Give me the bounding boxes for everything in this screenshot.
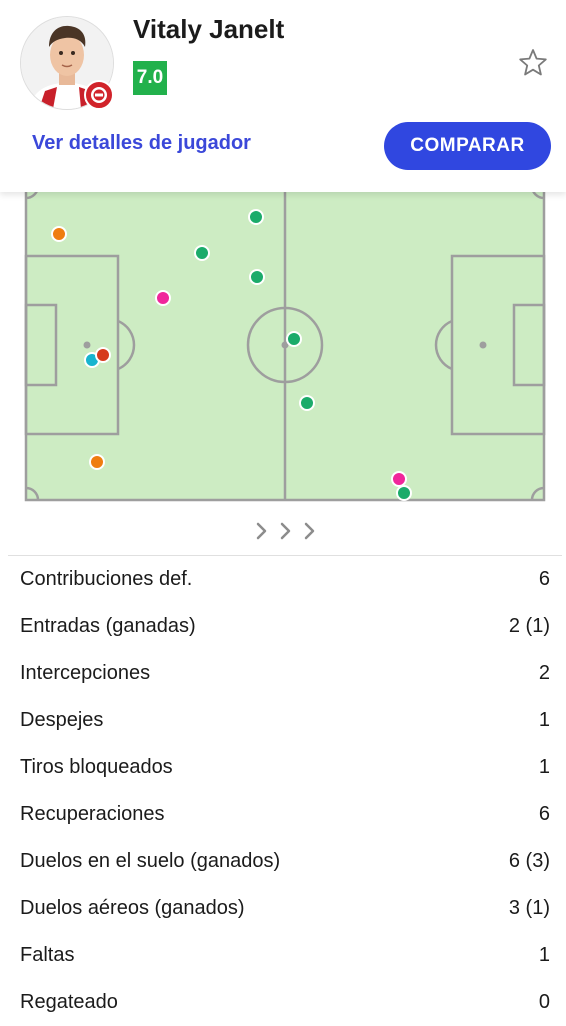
player-name: Vitaly Janelt [133, 14, 285, 44]
stat-value: 3 (1) [508, 897, 550, 919]
stat-value: 2 [538, 662, 550, 684]
stat-row-clearances: Despejes 1 [0, 697, 566, 744]
stat-label: Intercepciones [20, 662, 151, 684]
defensive-actions-map [0, 192, 566, 512]
stat-label: Tiros bloqueados [20, 756, 173, 778]
stat-value: 1 [538, 709, 550, 731]
stat-row-interceptions: Intercepciones 2 [0, 650, 566, 697]
stat-row-tackles: Entradas (ganadas) 2 (1) [0, 603, 566, 650]
stat-label: Faltas [20, 944, 75, 966]
action-marker[interactable] [95, 347, 111, 363]
stat-label: Recuperaciones [20, 803, 165, 825]
stat-value: 6 [538, 803, 550, 825]
player-header: Vitaly Janelt 7.0 Ver detalles de jugado… [0, 0, 566, 192]
stat-value: 1 [538, 944, 550, 966]
stat-label: Entradas (ganadas) [20, 615, 196, 637]
stat-row-ground-duels: Duelos en el suelo (ganados) 6 (3) [0, 838, 566, 885]
action-marker[interactable] [396, 485, 412, 501]
compare-button[interactable]: COMPARAR [384, 122, 551, 170]
carousel-chevrons[interactable] [250, 516, 322, 546]
chevron-right-icon [304, 522, 315, 540]
stat-row-defensive-contributions: Contribuciones def. 6 [0, 556, 566, 603]
action-marker[interactable] [299, 395, 315, 411]
action-marker[interactable] [194, 245, 210, 261]
stat-label: Duelos aéreos (ganados) [20, 897, 245, 919]
stat-row-blocked-shots: Tiros bloqueados 1 [0, 744, 566, 791]
pitch [24, 192, 546, 502]
star-outline-icon[interactable] [516, 46, 550, 80]
stat-row-recoveries: Recuperaciones 6 [0, 791, 566, 838]
action-marker[interactable] [249, 269, 265, 285]
brentford-crest [87, 83, 111, 107]
player-details-link[interactable]: Ver detalles de jugador [32, 132, 251, 155]
action-marker[interactable] [51, 226, 67, 242]
stats-list: Contribuciones def. 6 Entradas (ganadas)… [0, 556, 566, 1026]
stat-row-fouls: Faltas 1 [0, 932, 566, 979]
rating-badge: 7.0 [133, 61, 167, 95]
club-badge[interactable] [84, 80, 114, 110]
action-marker[interactable] [89, 454, 105, 470]
stat-label: Contribuciones def. [20, 568, 193, 590]
stat-value: 2 (1) [508, 615, 550, 637]
stat-label: Regateado [20, 991, 118, 1013]
action-marker[interactable] [155, 290, 171, 306]
stat-value: 6 [538, 568, 550, 590]
chevron-right-icon [256, 522, 267, 540]
chevron-right-icon [280, 522, 291, 540]
stat-value: 6 (3) [508, 850, 550, 872]
action-marker[interactable] [391, 471, 407, 487]
action-marker[interactable] [286, 331, 302, 347]
stat-label: Despejes [20, 709, 104, 731]
stat-row-aerial-duels: Duelos aéreos (ganados) 3 (1) [0, 885, 566, 932]
action-marker[interactable] [248, 209, 264, 225]
stat-value: 1 [538, 756, 550, 778]
stat-label: Duelos en el suelo (ganados) [20, 850, 281, 872]
stat-value: 0 [538, 991, 550, 1013]
stat-row-dribbled-past: Regateado 0 [0, 979, 566, 1026]
